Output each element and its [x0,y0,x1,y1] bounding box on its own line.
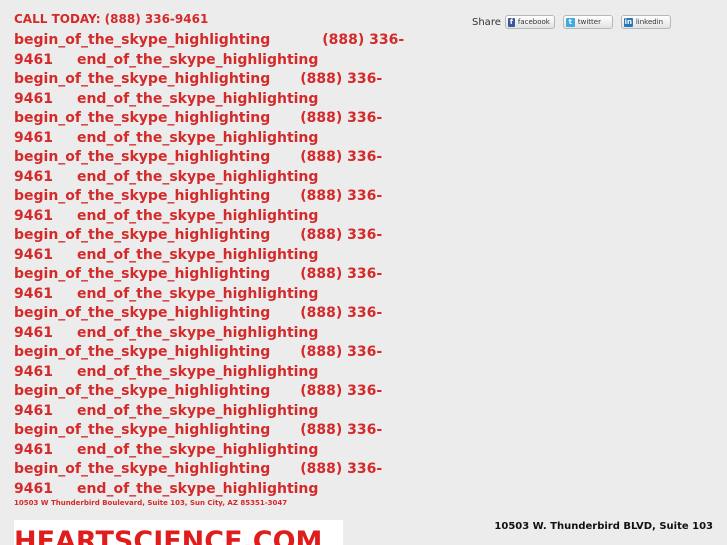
skype-phone-text[interactable]: (888) 336- [300,305,382,321]
skype-begin-text: begin_of_the_skype_highlighting [14,422,271,438]
skype-phone-text[interactable]: (888) 336- [300,422,382,438]
skype-end-text: end_of_the_skype_highlighting [76,441,319,458]
skype-line: 9461 end_of_the_skype_highlighting [14,168,404,188]
skype-phone-suffix[interactable]: 9461 [14,91,53,107]
skype-begin-text: begin_of_the_skype_highlighting [14,266,271,282]
skype-phone-text[interactable]: (888) 336- [300,71,382,87]
skype-end-text: end_of_the_skype_highlighting [76,285,319,302]
skype-line: begin_of_the_skype_highlighting (888) 336… [14,148,404,168]
skype-end-text: end_of_the_skype_highlighting [76,207,319,224]
skype-line: begin_of_the_skype_highlighting (888) 336… [14,343,404,363]
skype-phone-suffix[interactable]: 9461 [14,208,53,224]
skype-end-text: end_of_the_skype_highlighting [76,246,319,263]
linkedin-share-button[interactable]: in linkedin [620,15,671,29]
skype-end-text: end_of_the_skype_highlighting [76,129,319,146]
address-small-text: 10503 W Thunderbird Boulevard, Suite 103… [14,499,288,507]
header-address: 10503 W. Thunderbird BLVD, Suite 103 [494,521,713,532]
twitter-share-button[interactable]: t twitter [562,15,613,29]
skype-line: begin_of_the_skype_highlighting (888) 336… [14,187,404,207]
skype-phone-text[interactable]: (888) 336- [300,266,382,282]
skype-phone-text[interactable]: (888) 336- [300,149,382,165]
skype-phone-suffix[interactable]: 9461 [14,325,53,341]
skype-end-text: end_of_the_skype_highlighting [76,402,319,419]
logo-text: HEARTSCIENCE.COM [14,526,323,545]
skype-phone-text[interactable]: (888) 336- [300,461,382,477]
skype-end-text: end_of_the_skype_highlighting [76,168,319,185]
skype-line: begin_of_the_skype_highlighting (888) 336… [14,226,404,246]
share-bar: Share f facebook t twitter in linkedin [472,15,679,29]
skype-begin-text: begin_of_the_skype_highlighting [14,149,271,165]
skype-line: 9461 end_of_the_skype_highlighting [14,246,404,266]
skype-line: 9461 end_of_the_skype_highlighting [14,441,404,461]
skype-phone-text[interactable]: (888) 336- [300,227,382,243]
share-label: Share [472,16,501,28]
skype-line: begin_of_the_skype_highlighting (888) 336… [14,460,404,480]
skype-line: begin_of_the_skype_highlighting (888) 336… [14,304,404,324]
skype-phone-text[interactable]: (888) 336- [300,383,382,399]
skype-line: begin_of_the_skype_highlighting (888) 336… [14,421,404,441]
skype-line: begin_of_the_skype_highlighting (888) 336… [14,70,404,90]
skype-line: 9461 end_of_the_skype_highlighting [14,324,404,344]
skype-end-text: end_of_the_skype_highlighting [76,480,319,497]
skype-highlight-block: begin_of_the_skype_highlighting (888) 336… [14,31,404,499]
skype-line: 9461 end_of_the_skype_highlighting [14,402,404,422]
skype-begin-text: begin_of_the_skype_highlighting [14,305,271,321]
skype-begin-text: begin_of_the_skype_highlighting [14,383,271,399]
skype-begin-text: begin_of_the_skype_highlighting [14,344,271,360]
facebook-label: facebook [517,18,550,26]
skype-begin-text: begin_of_the_skype_highlighting [14,71,271,87]
skype-phone-suffix[interactable]: 9461 [14,364,53,380]
skype-phone-suffix[interactable]: 9461 [14,442,53,458]
skype-line: 9461 end_of_the_skype_highlighting [14,207,404,227]
skype-end-text: end_of_the_skype_highlighting [76,363,319,380]
skype-line: 9461 end_of_the_skype_highlighting [14,285,404,305]
skype-end-text: end_of_the_skype_highlighting [76,51,319,68]
skype-begin-text: begin_of_the_skype_highlighting [14,110,271,126]
skype-line: 9461 end_of_the_skype_highlighting [14,90,404,110]
skype-phone-text[interactable]: (888) 336- [300,110,382,126]
skype-line: begin_of_the_skype_highlighting (888) 336… [14,382,404,402]
skype-line: begin_of_the_skype_highlighting (888) 336… [14,31,404,51]
skype-phone-suffix[interactable]: 9461 [14,247,53,263]
linkedin-icon: in [623,17,633,27]
skype-end-text: end_of_the_skype_highlighting [76,324,319,341]
facebook-icon: f [507,17,515,27]
skype-line: begin_of_the_skype_highlighting (888) 336… [14,265,404,285]
skype-phone-suffix[interactable]: 9461 [14,169,53,185]
skype-phone-suffix[interactable]: 9461 [14,130,53,146]
call-today-phone[interactable]: CALL TODAY: (888) 336-9461 [14,12,208,26]
skype-phone-text[interactable]: (888) 336- [300,188,382,204]
skype-line: 9461 end_of_the_skype_highlighting [14,363,404,383]
twitter-icon: t [565,17,575,27]
linkedin-label: linkedin [635,18,664,26]
site-logo[interactable]: HEARTSCIENCE.COM [14,520,343,545]
facebook-share-button[interactable]: f facebook [504,15,555,29]
skype-begin-text: begin_of_the_skype_highlighting [14,32,271,48]
skype-end-text: end_of_the_skype_highlighting [76,90,319,107]
skype-phone-suffix[interactable]: 9461 [14,403,53,419]
skype-line: 9461 end_of_the_skype_highlighting [14,129,404,149]
skype-line: 9461 end_of_the_skype_highlighting [14,51,404,71]
skype-phone-suffix[interactable]: 9461 [14,52,53,68]
skype-begin-text: begin_of_the_skype_highlighting [14,188,271,204]
skype-phone-suffix[interactable]: 9461 [14,286,53,302]
twitter-label: twitter [577,18,601,26]
skype-phone-text[interactable]: (888) 336- [300,344,382,360]
skype-begin-text: begin_of_the_skype_highlighting [14,461,271,477]
skype-phone-suffix[interactable]: 9461 [14,481,53,497]
skype-line: begin_of_the_skype_highlighting (888) 336… [14,109,404,129]
skype-begin-text: begin_of_the_skype_highlighting [14,227,271,243]
skype-line: 9461 end_of_the_skype_highlighting [14,480,404,500]
skype-phone-text[interactable]: (888) 336- [322,32,404,48]
